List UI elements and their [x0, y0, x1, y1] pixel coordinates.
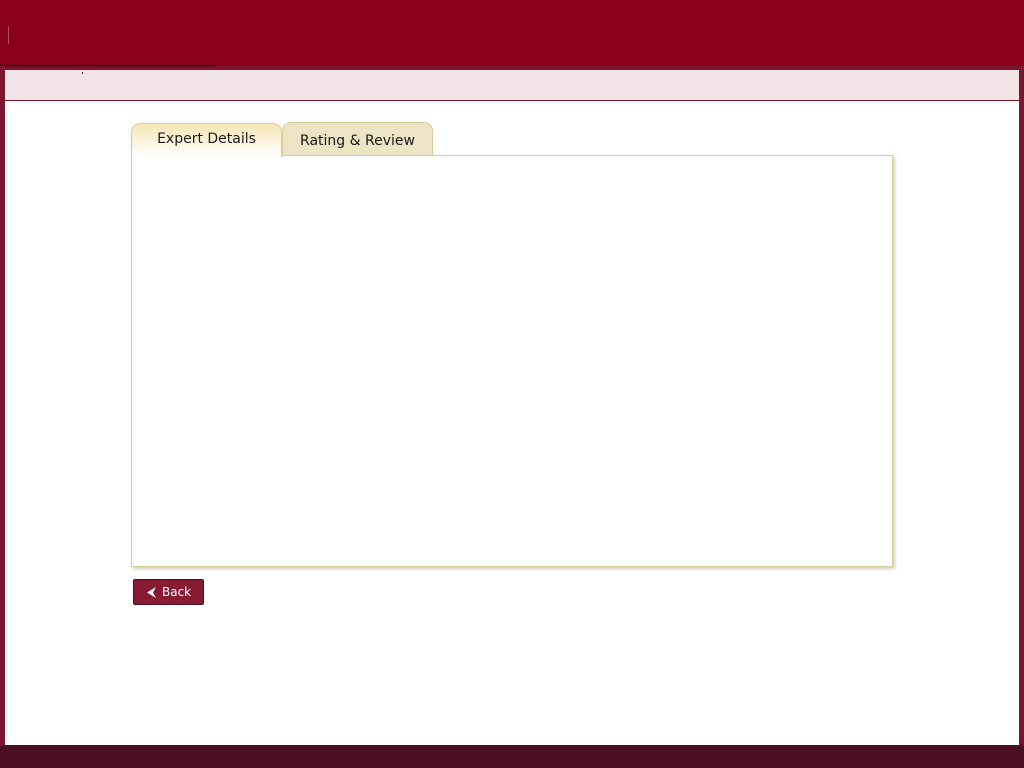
banner-divider	[8, 26, 9, 44]
sub-header-marker	[82, 72, 83, 74]
back-button-label: Back	[162, 585, 192, 599]
back-button[interactable]: Back	[133, 579, 204, 605]
footer-bar	[0, 745, 1024, 768]
top-banner	[0, 0, 1024, 67]
main-content: Expert Details Rating & Review Back	[5, 101, 1019, 745]
sub-header-bar	[5, 70, 1019, 101]
banner-underline	[0, 64, 216, 67]
tab-expert-details[interactable]: Expert Details	[131, 123, 282, 157]
chevron-left-icon	[147, 587, 156, 598]
tab-panel	[131, 155, 893, 567]
tab-rating-review[interactable]: Rating & Review	[282, 122, 433, 155]
frame-right	[1019, 66, 1024, 746]
